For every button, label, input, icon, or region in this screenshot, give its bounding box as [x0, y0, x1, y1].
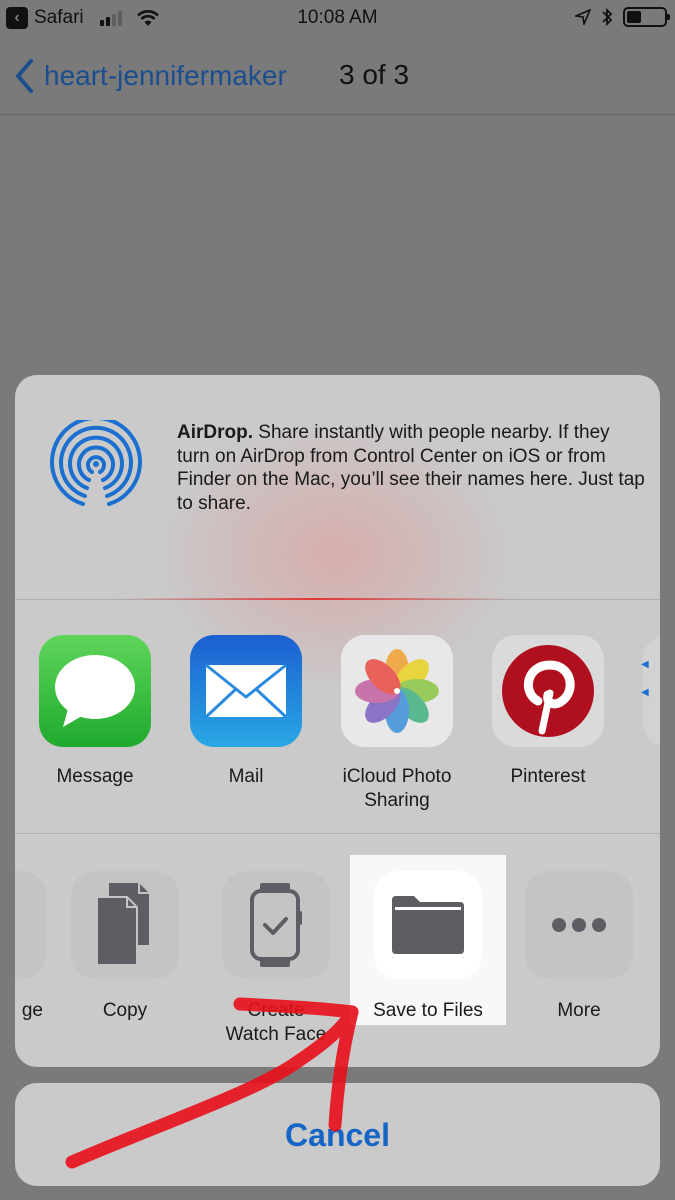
action-copy[interactable]: Copy: [60, 871, 190, 1023]
nav-bar: heart-jennifermaker 3 of 3: [0, 38, 675, 115]
cancel-button[interactable]: Cancel: [15, 1083, 660, 1186]
app-label: Message: [56, 766, 134, 787]
bluetooth-icon: [602, 7, 613, 27]
status-bar: ‹ Safari 10:08 AM: [0, 0, 675, 38]
app-icloud-photo-sharing[interactable]: iCloud Photo Sharing: [332, 635, 462, 813]
watch-icon: [222, 871, 330, 979]
airdrop-description: AirDrop. Share instantly with people nea…: [177, 421, 647, 515]
airdrop-icon: [50, 420, 142, 506]
app-pinterest[interactable]: Pinterest: [483, 635, 613, 789]
mail-icon: [190, 635, 302, 747]
chevron-left-icon: [16, 59, 33, 93]
more-icon: [525, 871, 633, 979]
app-message[interactable]: Message: [30, 635, 160, 789]
location-icon: [575, 9, 591, 25]
folder-icon: [374, 871, 482, 979]
actions-row[interactable]: ge Copy Create Watch Face Save to Files …: [15, 835, 660, 1067]
action-label: Create Watch Face: [225, 1000, 327, 1045]
action-label: More: [557, 1000, 601, 1021]
action-label: Copy: [102, 1000, 148, 1021]
app-label: iCloud Photo Sharing: [342, 766, 452, 811]
status-time: 10:08 AM: [297, 7, 378, 28]
copy-icon: [71, 871, 179, 979]
annotation-line: [115, 598, 515, 600]
app-mail[interactable]: Mail: [181, 635, 311, 789]
page-title: 3 of 3: [339, 59, 410, 90]
partial-app-icon[interactable]: ◀ ◀: [641, 635, 660, 747]
action-partial[interactable]: ge: [15, 871, 57, 1023]
action-create-watch-face[interactable]: Create Watch Face: [211, 871, 341, 1047]
action-label: ge: [21, 1000, 43, 1021]
apps-row[interactable]: Message Mail iCloud Photo Sharing Pinter…: [15, 601, 660, 834]
airdrop-title: AirDrop.: [177, 422, 253, 443]
back-button-label[interactable]: heart-jennifermaker: [44, 60, 287, 92]
app-label: Pinterest: [510, 766, 586, 787]
cancel-label: Cancel: [285, 1117, 390, 1153]
action-save-to-files[interactable]: Save to Files: [363, 871, 493, 1023]
message-icon: [39, 635, 151, 747]
photos-icon: [341, 635, 453, 747]
pinterest-icon: [492, 635, 604, 747]
airdrop-section: AirDrop. Share instantly with people nea…: [15, 375, 660, 600]
battery-icon: [623, 7, 670, 27]
action-label: Save to Files: [373, 1000, 483, 1021]
action-more[interactable]: More: [514, 871, 644, 1023]
partial-action-icon: [15, 871, 46, 979]
share-sheet: AirDrop. Share instantly with people nea…: [15, 375, 660, 1067]
app-label: Mail: [228, 766, 264, 787]
back-button[interactable]: heart-jennifermaker: [14, 58, 287, 94]
